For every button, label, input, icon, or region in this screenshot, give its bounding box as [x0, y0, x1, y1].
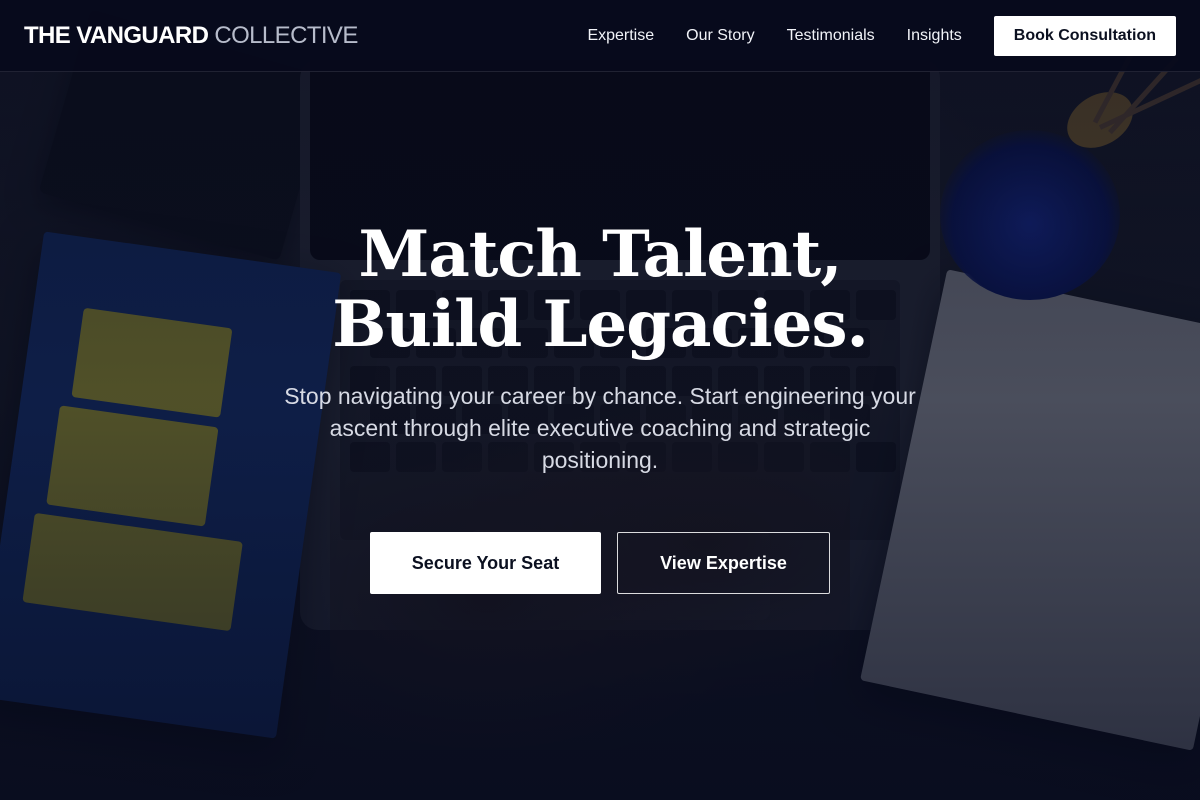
nav-right: Expertise Our Story Testimonials Insight… [587, 15, 1176, 56]
hero-title-line-2: Build Legacies. [332, 287, 869, 362]
brand-name-light: COLLECTIVE [214, 21, 358, 49]
brand-logo[interactable]: THE VANGUARD COLLECTIVE [24, 22, 358, 50]
hero-title: Match Talent, Build Legacies. [150, 220, 1050, 360]
top-navigation: THE VANGUARD COLLECTIVE Expertise Our St… [0, 0, 1200, 72]
hero-title-line-1: Match Talent, [358, 217, 842, 292]
hero-subtitle: Stop navigating your career by chance. S… [284, 383, 916, 473]
nav-link-insights[interactable]: Insights [907, 27, 962, 45]
brand-name-strong: THE VANGUARD [24, 21, 209, 49]
hero-actions: Secure Your Seat View Expertise [370, 532, 830, 594]
nav-links: Expertise Our Story Testimonials Insight… [587, 27, 993, 45]
book-consultation-button[interactable]: Book Consultation [993, 15, 1176, 56]
nav-link-testimonials[interactable]: Testimonials [787, 27, 875, 45]
nav-link-expertise[interactable]: Expertise [587, 27, 654, 45]
view-expertise-button[interactable]: View Expertise [617, 532, 830, 594]
hero-section: Match Talent, Build Legacies. Stop navig… [0, 72, 1200, 800]
nav-link-our-story[interactable]: Our Story [686, 27, 754, 45]
secure-your-seat-button[interactable]: Secure Your Seat [370, 532, 601, 594]
